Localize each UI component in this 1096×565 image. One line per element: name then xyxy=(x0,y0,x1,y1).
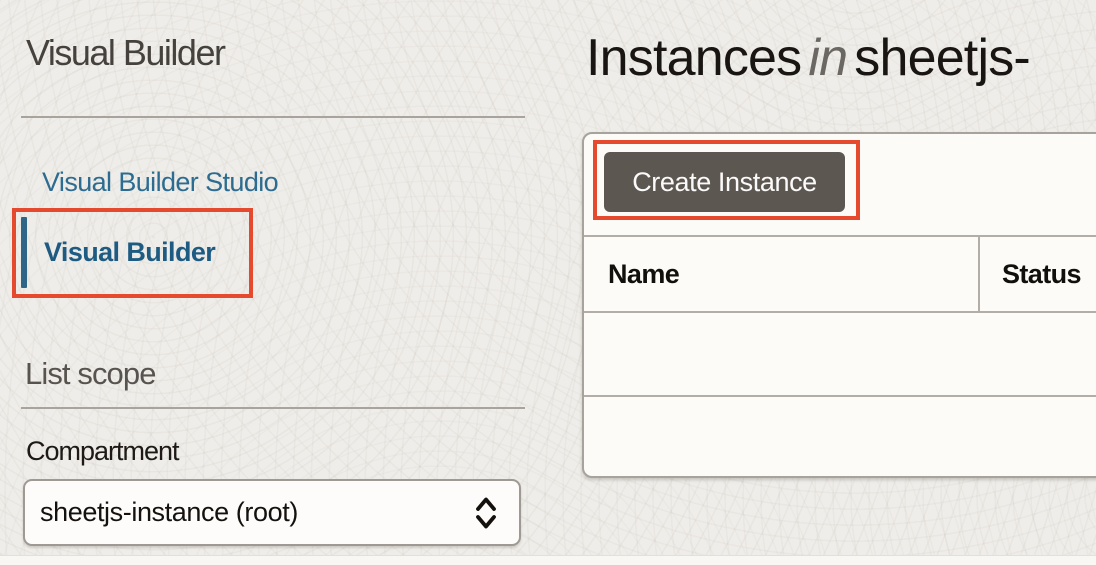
list-scope-heading: List scope xyxy=(25,356,156,391)
create-instance-button[interactable]: Create Instance xyxy=(604,152,845,212)
sidebar-divider-bottom xyxy=(21,407,525,409)
sidebar-divider-top xyxy=(21,116,525,118)
sidebar-item-visual-builder[interactable]: Visual Builder xyxy=(21,217,216,288)
page-title: Instances in sheetjs- xyxy=(586,29,1031,87)
active-item-indicator-bar xyxy=(21,217,27,288)
table-header-row: Name Status xyxy=(584,235,1096,313)
panel-toolbar: Create Instance xyxy=(584,134,1096,235)
chevron-up-down-icon xyxy=(476,497,496,528)
page-title-connector: in xyxy=(808,29,848,87)
table-row-empty xyxy=(584,397,1096,476)
page-title-entity: Instances xyxy=(586,29,802,87)
compartment-select[interactable]: sheetjs-instance (root) xyxy=(23,479,521,546)
page-title-scope: sheetjs- xyxy=(854,29,1030,87)
sidebar-item-visual-builder-studio[interactable]: Visual Builder Studio xyxy=(42,169,279,196)
column-header-name: Name xyxy=(608,258,680,289)
instances-panel: Create Instance Name Status xyxy=(582,132,1096,478)
sidebar-title: Visual Builder xyxy=(26,32,226,73)
sidebar-item-label: Visual Builder xyxy=(44,237,216,267)
page: Visual Builder Visual Builder Studio Vis… xyxy=(0,0,1096,565)
table-row-empty xyxy=(584,313,1096,397)
column-header-status: Status xyxy=(978,237,1096,311)
compartment-label: Compartment xyxy=(26,436,180,466)
compartment-selected-value: sheetjs-instance (root) xyxy=(40,497,298,527)
